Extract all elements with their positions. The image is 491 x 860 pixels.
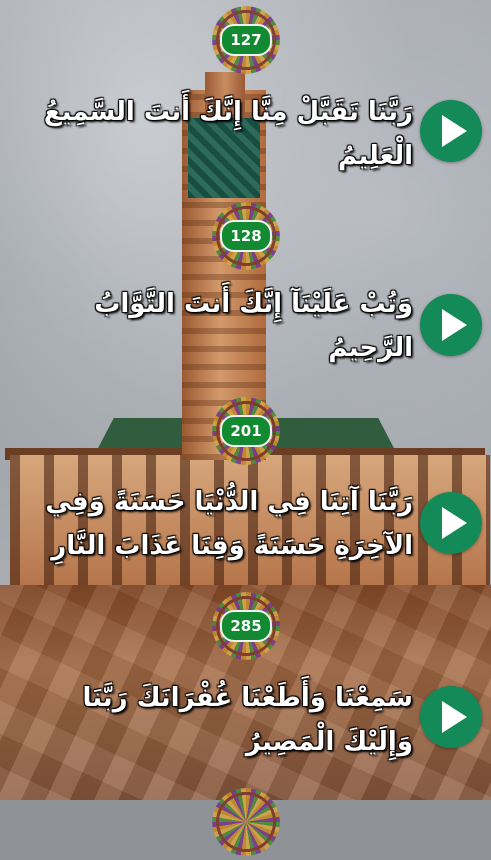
play-icon [442, 507, 467, 539]
verse-row[interactable]: سَمِعْنَا وَأَطَعْنَا غُفْرَانَكَ رَبَّن… [0, 676, 491, 764]
play-button[interactable] [420, 492, 482, 554]
verse-row[interactable]: وَتُبْ عَلَيْنَآ إِنَّكَ أَنتَ التَّوَّا… [0, 280, 491, 368]
verse-text: رَبَّنَا تَقَبَّلْ مِنَّا إِنَّكَ أَنتَ … [43, 97, 413, 171]
play-icon [442, 115, 467, 147]
verse-number-badge: 128 [194, 198, 298, 274]
verse-number: 285 [220, 610, 272, 642]
ornament-icon [194, 784, 298, 860]
verse-number: 127 [220, 24, 272, 56]
verse-row[interactable]: رَبَّنَا تَقَبَّلْ مِنَّا إِنَّكَ أَنتَ … [0, 88, 491, 176]
play-icon [442, 701, 467, 733]
verse-number: 201 [220, 415, 272, 447]
verse-number-badge: 127 [194, 2, 298, 78]
play-button[interactable] [420, 100, 482, 162]
verse-text: سَمِعْنَا وَأَطَعْنَا غُفْرَانَكَ رَبَّن… [82, 683, 413, 757]
verse-number-badge-partial [194, 784, 298, 860]
verse-text: وَتُبْ عَلَيْنَآ إِنَّكَ أَنتَ التَّوَّا… [94, 289, 413, 363]
verse-number-badge: 285 [194, 588, 298, 664]
verse-row[interactable]: رَبَّنَا آتِنَا فِي الدُّنْيَا حَسَنَةً … [0, 480, 491, 570]
verse-list: 127 رَبَّنَا تَقَبَّلْ مِنَّا إِنَّكَ أَ… [0, 0, 491, 860]
play-icon [442, 309, 467, 341]
verse-number-badge: 201 [194, 393, 298, 469]
play-button[interactable] [420, 294, 482, 356]
verse-number: 128 [220, 220, 272, 252]
verse-text: رَبَّنَا آتِنَا فِي الدُّنْيَا حَسَنَةً … [45, 487, 413, 561]
play-button[interactable] [420, 686, 482, 748]
